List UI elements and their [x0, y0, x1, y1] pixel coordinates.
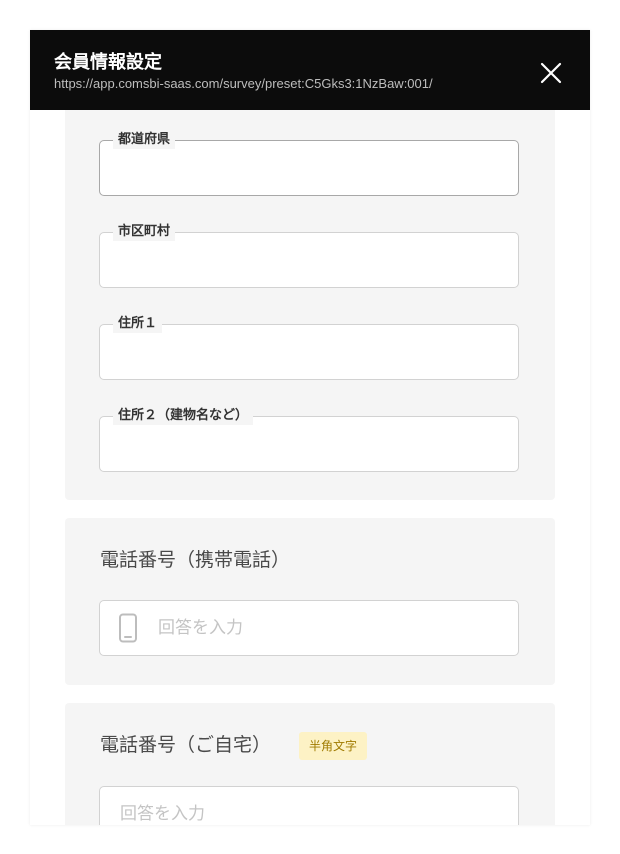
smartphone-icon — [119, 613, 137, 643]
address1-field[interactable]: 住所１ — [99, 315, 519, 380]
mobile-phone-card: 電話番号（携帯電話） — [65, 518, 555, 685]
prefecture-field[interactable]: 都道府県 — [99, 131, 519, 196]
halfwidth-badge: 半角文字 — [299, 732, 368, 760]
modal-content: 都道府県 市区町村 住所１ 住所２（建物名など） 電話番号（携帯電話） 回答を入… — [30, 110, 590, 825]
modal-title: 会員情報設定 — [54, 52, 162, 73]
close-icon — [540, 62, 562, 84]
home-phone-input[interactable] — [118, 787, 508, 825]
prefecture-input[interactable] — [100, 141, 518, 195]
home-phone-field[interactable] — [99, 786, 519, 825]
mobile-phone-field[interactable] — [99, 600, 519, 656]
home-phone-title: 電話番号（ご自宅） — [100, 734, 272, 756]
close-button[interactable] — [536, 58, 566, 88]
modal-url: https://app.comsbi-saas.com/survey/prese… — [54, 76, 433, 91]
address2-input[interactable] — [100, 417, 518, 471]
city-input[interactable] — [100, 233, 518, 287]
address1-input[interactable] — [100, 325, 518, 379]
address2-field[interactable]: 住所２（建物名など） — [99, 407, 519, 472]
home-phone-card: 電話番号（ご自宅） 半角文字 — [65, 703, 555, 825]
city-field[interactable]: 市区町村 — [99, 223, 519, 288]
address-card: 都道府県 市区町村 住所１ 住所２（建物名など） — [65, 110, 555, 500]
modal-header: 会員情報設定 https://app.comsbi-saas.com/surve… — [30, 30, 590, 110]
mobile-phone-input[interactable] — [156, 601, 506, 655]
member-info-modal: 会員情報設定 https://app.comsbi-saas.com/surve… — [30, 30, 590, 825]
mobile-phone-title: 電話番号（携帯電話） — [100, 549, 291, 571]
